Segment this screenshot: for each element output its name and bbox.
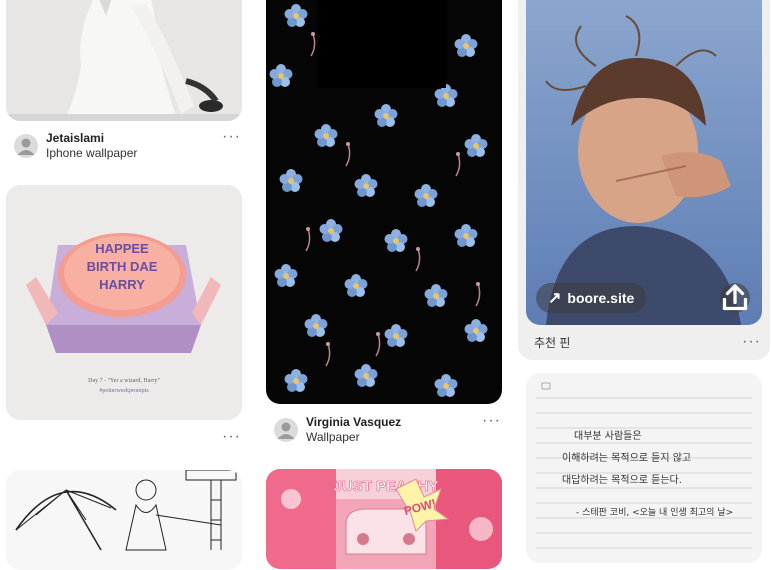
user-silhouette-icon[interactable]: [14, 134, 38, 158]
more-options-icon[interactable]: ···: [482, 413, 501, 429]
floral-pattern: [266, 0, 502, 404]
umbrella-sketch: [6, 470, 242, 570]
cake-line-3: HARRY: [99, 277, 145, 292]
cake-caption-1: Day 7 - "Yer a wizard, Harry": [88, 378, 160, 384]
note-line-1: 대부분 사람들은: [574, 429, 642, 442]
note-line-4: - 스테판 코비, <오늘 내 인생 최고의 날>: [576, 507, 733, 518]
pin-author-name[interactable]: Jetaislami: [46, 131, 137, 146]
note-line-3: 대답하려는 목적으로 듣는다.: [562, 473, 682, 486]
note-paper: 대부분 사람들은 이해하려는 목적으로 듣지 않고 대답하려는 목적으로 듣는다…: [526, 373, 762, 563]
girl-photo: [526, 0, 762, 325]
pin-image-floral[interactable]: [266, 0, 502, 404]
pin-link-chip[interactable]: ↗ boore.site: [536, 283, 647, 313]
cake-illustration: HAPPEE BIRTH DAE HARRY Day 7 - "Yer a wi…: [6, 185, 242, 420]
cake-caption-2: #potterweekprompts: [99, 388, 149, 394]
share-button[interactable]: [720, 283, 750, 313]
note-line-2: 이해하려는 목적으로 듣지 않고: [562, 451, 691, 464]
user-silhouette-icon[interactable]: [274, 418, 298, 442]
share-icon: [722, 284, 748, 311]
pin-image-peach[interactable]: JUST PEACHY POW!: [266, 469, 502, 569]
pin-link-label: boore.site: [567, 290, 635, 306]
pin-image-sketch[interactable]: [6, 470, 242, 570]
pin-board-name[interactable]: Iphone wallpaper: [46, 146, 137, 161]
cake-line-1: HAPPEE: [95, 241, 149, 256]
more-options-icon[interactable]: ···: [222, 129, 241, 145]
collage-text-peachy: JUST PEACHY: [333, 478, 438, 495]
cake-line-2: BIRTH DAE: [87, 259, 158, 274]
pin-board-name[interactable]: Wallpaper: [306, 430, 401, 445]
pin-author-name[interactable]: Virginia Vasquez: [306, 415, 401, 430]
pin-meta-dress: Jetaislami Iphone wallpaper: [14, 131, 137, 161]
recommended-pin-label: 추천 핀: [534, 336, 571, 350]
more-options-icon[interactable]: ···: [222, 429, 241, 445]
peach-collage: JUST PEACHY POW!: [266, 469, 502, 569]
pin-meta-floral: Virginia Vasquez Wallpaper: [274, 415, 401, 445]
pin-image-cake[interactable]: HAPPEE BIRTH DAE HARRY Day 7 - "Yer a wi…: [6, 185, 242, 420]
pin-image-dress[interactable]: [6, 0, 242, 121]
arrow-up-right-icon: ↗: [548, 290, 562, 307]
dress-photo: [6, 0, 242, 121]
pin-image-note[interactable]: 대부분 사람들은 이해하려는 목적으로 듣지 않고 대답하려는 목적으로 듣는다…: [526, 373, 762, 563]
more-options-icon[interactable]: ···: [742, 334, 761, 350]
pin-image-girl[interactable]: ↗ boore.site: [526, 0, 762, 325]
